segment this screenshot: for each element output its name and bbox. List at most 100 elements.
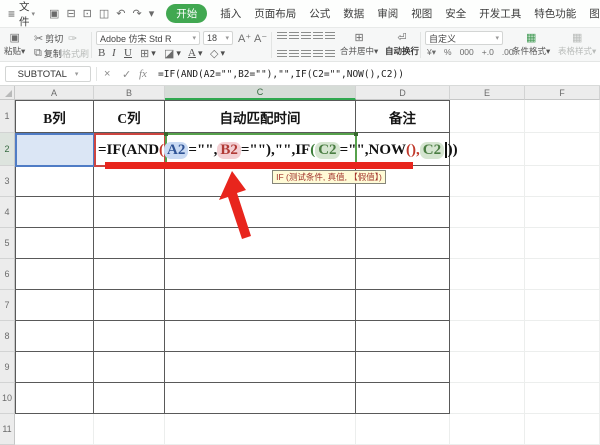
decrease-font-size-button[interactable]: A⁻ bbox=[254, 32, 267, 45]
row-header-11[interactable]: 11 bbox=[0, 414, 15, 445]
tab-页面布局[interactable]: 页面布局 bbox=[254, 6, 296, 21]
file-caret-icon[interactable]: ▾ bbox=[32, 10, 36, 18]
tab-开发工具[interactable]: 开发工具 bbox=[479, 6, 521, 21]
cell-A4[interactable] bbox=[15, 197, 94, 228]
row-header-7[interactable]: 7 bbox=[0, 290, 15, 321]
column-header-F[interactable]: F bbox=[525, 86, 600, 100]
bold-button[interactable]: B bbox=[98, 47, 105, 59]
select-all-corner[interactable] bbox=[0, 86, 15, 100]
cell-D6[interactable] bbox=[356, 259, 450, 290]
cancel-entry-icon[interactable]: × bbox=[104, 62, 110, 86]
tab-视图[interactable]: 视图 bbox=[411, 6, 432, 21]
cell-A10[interactable] bbox=[15, 383, 94, 414]
cell-A8[interactable] bbox=[15, 321, 94, 352]
number-format-select[interactable]: 自定义 ▾ bbox=[425, 31, 503, 45]
cell-E11[interactable] bbox=[450, 414, 525, 445]
increase-indent-icon[interactable] bbox=[325, 32, 335, 40]
cell-D8[interactable] bbox=[356, 321, 450, 352]
clear-format-button[interactable]: ◇ ▾ bbox=[210, 47, 225, 60]
cell-F11[interactable] bbox=[525, 414, 600, 445]
tab-特色功能[interactable]: 特色功能 bbox=[534, 6, 576, 21]
conditional-format-button[interactable]: ▦ 条件格式▾ bbox=[512, 31, 550, 57]
cell-F5[interactable] bbox=[525, 228, 600, 259]
export-icon[interactable]: ⊟ bbox=[66, 7, 75, 20]
cell-C10[interactable] bbox=[165, 383, 356, 414]
cell-E1[interactable] bbox=[450, 100, 525, 133]
cell-B1[interactable]: C列 bbox=[94, 100, 165, 133]
fill-color-button[interactable]: ◪ ▾ bbox=[164, 47, 181, 60]
cell-B5[interactable] bbox=[94, 228, 165, 259]
tab-数据[interactable]: 数据 bbox=[343, 6, 364, 21]
cell-C8[interactable] bbox=[165, 321, 356, 352]
paste-button[interactable]: ▣ 粘贴▾ bbox=[4, 31, 25, 57]
selection-handle[interactable] bbox=[164, 132, 168, 136]
cell-D11[interactable] bbox=[356, 414, 450, 445]
align-middle-icon[interactable] bbox=[289, 32, 299, 40]
cell-C1[interactable]: 自动匹配时间 bbox=[165, 100, 356, 133]
cell-B11[interactable] bbox=[94, 414, 165, 445]
cell-F7[interactable] bbox=[525, 290, 600, 321]
cell-F4[interactable] bbox=[525, 197, 600, 228]
cell-E2[interactable] bbox=[450, 133, 525, 166]
cell-A5[interactable] bbox=[15, 228, 94, 259]
selection-handle[interactable] bbox=[354, 132, 358, 136]
distribute-icon[interactable] bbox=[325, 50, 335, 58]
increase-font-size-button[interactable]: A⁺ bbox=[238, 32, 251, 45]
cell-A9[interactable] bbox=[15, 352, 94, 383]
row-header-1[interactable]: 1 bbox=[0, 100, 15, 133]
table-style-button[interactable]: ▦ 表格样式▾ bbox=[558, 31, 596, 57]
cut-button[interactable]: ✂ 剪切 bbox=[34, 32, 63, 45]
cell-A7[interactable] bbox=[15, 290, 94, 321]
cell-E4[interactable] bbox=[450, 197, 525, 228]
cell-D5[interactable] bbox=[356, 228, 450, 259]
justify-icon[interactable] bbox=[313, 50, 323, 58]
currency-icon[interactable]: ¥▾ bbox=[427, 47, 436, 58]
cell-B10[interactable] bbox=[94, 383, 165, 414]
row-header-3[interactable]: 3 bbox=[0, 166, 15, 197]
italic-button[interactable]: I bbox=[112, 47, 116, 59]
row-header-4[interactable]: 4 bbox=[0, 197, 15, 228]
tab-安全[interactable]: 安全 bbox=[445, 6, 466, 21]
cell-B3[interactable] bbox=[94, 166, 165, 197]
font-name-select[interactable]: Adobe 仿宋 Std R ▾ bbox=[96, 31, 200, 45]
cell-D4[interactable] bbox=[356, 197, 450, 228]
wrap-text-button[interactable]: ⏎ 自动换行 bbox=[385, 31, 419, 57]
cell-B4[interactable] bbox=[94, 197, 165, 228]
cell-E10[interactable] bbox=[450, 383, 525, 414]
decrease-indent-icon[interactable] bbox=[313, 32, 323, 40]
cell-D1[interactable]: 备注 bbox=[356, 100, 450, 133]
cell-C9[interactable] bbox=[165, 352, 356, 383]
cell-F1[interactable] bbox=[525, 100, 600, 133]
cell-C5[interactable] bbox=[165, 228, 356, 259]
cell-C7[interactable] bbox=[165, 290, 356, 321]
row-header-9[interactable]: 9 bbox=[0, 352, 15, 383]
borders-button[interactable]: ⊞ ▾ bbox=[140, 47, 156, 60]
cell-D7[interactable] bbox=[356, 290, 450, 321]
format-painter-button[interactable]: 格式刷 bbox=[62, 47, 89, 60]
cell-A6[interactable] bbox=[15, 259, 94, 290]
in-cell-formula-editor[interactable]: =IF(AND(A2 ="", B2 =""),"",IF(C2 ="",NOW(),… bbox=[98, 137, 458, 163]
tab-插入[interactable]: 插入 bbox=[220, 6, 241, 21]
row-header-6[interactable]: 6 bbox=[0, 259, 15, 290]
insert-function-icon[interactable]: fx bbox=[139, 62, 147, 86]
cell-F6[interactable] bbox=[525, 259, 600, 290]
cell-B7[interactable] bbox=[94, 290, 165, 321]
cell-B9[interactable] bbox=[94, 352, 165, 383]
merge-center-button[interactable]: ⊞ 合并居中▾ bbox=[340, 31, 378, 57]
row-header-5[interactable]: 5 bbox=[0, 228, 15, 259]
font-size-select[interactable]: 18 ▾ bbox=[203, 31, 233, 45]
undo-icon[interactable]: ↶ bbox=[116, 7, 125, 20]
column-header-B[interactable]: B bbox=[94, 86, 165, 100]
thousands-separator-icon[interactable]: 000 bbox=[460, 47, 474, 58]
increase-decimal-icon[interactable]: +.0 bbox=[482, 47, 494, 58]
column-header-D[interactable]: D bbox=[356, 86, 450, 100]
name-box[interactable]: SUBTOTAL ▾ bbox=[5, 66, 91, 82]
align-left-icon[interactable] bbox=[277, 50, 287, 58]
cell-E3[interactable] bbox=[450, 166, 525, 197]
column-header-C[interactable]: C bbox=[165, 86, 356, 100]
print-preview-icon[interactable]: ◫ bbox=[99, 7, 109, 20]
percent-icon[interactable]: % bbox=[444, 47, 452, 58]
align-right-icon[interactable] bbox=[301, 50, 311, 58]
cell-F9[interactable] bbox=[525, 352, 600, 383]
save-icon[interactable]: ▣ bbox=[49, 7, 59, 20]
